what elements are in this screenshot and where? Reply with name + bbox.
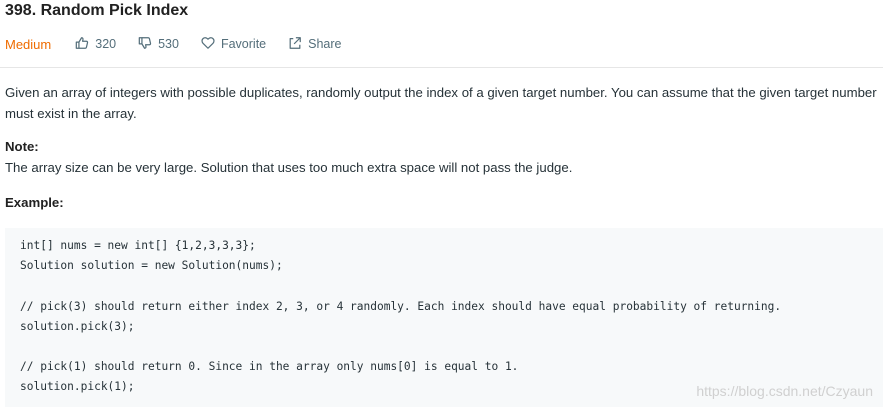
favorite-button[interactable]: Favorite bbox=[201, 36, 266, 53]
code-line: // pick(3) should return either index 2,… bbox=[20, 300, 782, 313]
note-heading: Note: bbox=[5, 139, 39, 154]
dislike-count: 530 bbox=[158, 37, 179, 51]
share-button[interactable]: Share bbox=[288, 36, 341, 53]
problem-description: Given an array of integers with possible… bbox=[5, 85, 877, 121]
heart-icon bbox=[201, 36, 221, 53]
favorite-label: Favorite bbox=[220, 37, 267, 51]
problem-title: 398. Random Pick Index bbox=[5, 2, 189, 19]
thumbs-down-icon bbox=[138, 36, 158, 53]
code-line: // pick(1) should return 0. Since in the… bbox=[20, 360, 519, 373]
difficulty-label: Medium bbox=[5, 36, 52, 52]
thumbs-up-icon bbox=[75, 36, 95, 53]
code-line: Solution solution = new Solution(nums); bbox=[20, 259, 283, 272]
code-line: int[] nums = new int[] {1,2,3,3,3}; bbox=[20, 239, 256, 252]
watermark: https://blog.csdn.net/Czyaun bbox=[696, 383, 873, 399]
example-heading: Example: bbox=[5, 195, 64, 210]
dislike-button[interactable]: 530 bbox=[138, 36, 179, 53]
like-count: 320 bbox=[95, 37, 117, 51]
share-icon bbox=[288, 36, 308, 53]
code-line: solution.pick(3); bbox=[20, 320, 135, 333]
header-divider bbox=[0, 67, 883, 68]
note-text: The array size can be very large. Soluti… bbox=[5, 160, 573, 175]
share-label: Share bbox=[308, 37, 342, 51]
example-code-block: int[] nums = new int[] {1,2,3,3,3}; Solu… bbox=[5, 228, 883, 407]
like-button[interactable]: 320 bbox=[75, 36, 116, 53]
problem-meta-bar: Medium 320 530 Favorite Share bbox=[5, 35, 363, 53]
code-line: solution.pick(1); bbox=[20, 380, 135, 393]
